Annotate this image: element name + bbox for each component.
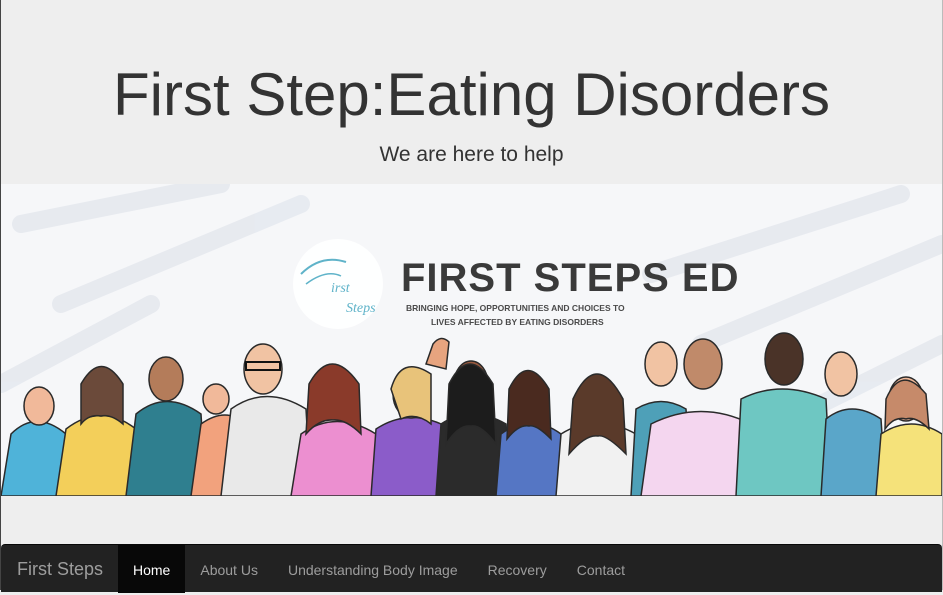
nav-item-contact[interactable]: Contact bbox=[562, 545, 640, 593]
navbar-brand[interactable]: First Steps bbox=[1, 545, 119, 593]
banner-tagline-2: LIVES AFFECTED BY EATING DISORDERS bbox=[431, 317, 604, 327]
first-steps-logo: irst Steps bbox=[293, 239, 383, 329]
banner-tagline-1: BRINGING HOPE, OPPORTUNITIES AND CHOICES… bbox=[406, 303, 625, 313]
nav-menu: Home About Us Understanding Body Image R… bbox=[118, 545, 640, 593]
page-subtitle: We are here to help bbox=[379, 143, 564, 166]
jumbotron: First Step:Eating Disorders We are here … bbox=[1, 0, 942, 184]
page-title: First Step:Eating Disorders bbox=[113, 61, 830, 128]
banner-heading: FIRST STEPS ED bbox=[401, 256, 740, 300]
svg-text:irst: irst bbox=[331, 281, 351, 296]
nav-item-about-us[interactable]: About Us bbox=[185, 545, 273, 593]
spacer bbox=[1, 496, 942, 544]
svg-text:Steps: Steps bbox=[346, 301, 376, 316]
nav-item-home[interactable]: Home bbox=[118, 545, 186, 593]
nav-item-understanding-body-image[interactable]: Understanding Body Image bbox=[273, 545, 473, 593]
navbar: First Steps Home About Us Understanding … bbox=[1, 544, 942, 593]
people-illustration bbox=[1, 332, 942, 496]
hero-banner-image: irst Steps FIRST STEPS ED BRINGING HOPE,… bbox=[1, 184, 942, 496]
nav-item-recovery[interactable]: Recovery bbox=[473, 545, 562, 593]
